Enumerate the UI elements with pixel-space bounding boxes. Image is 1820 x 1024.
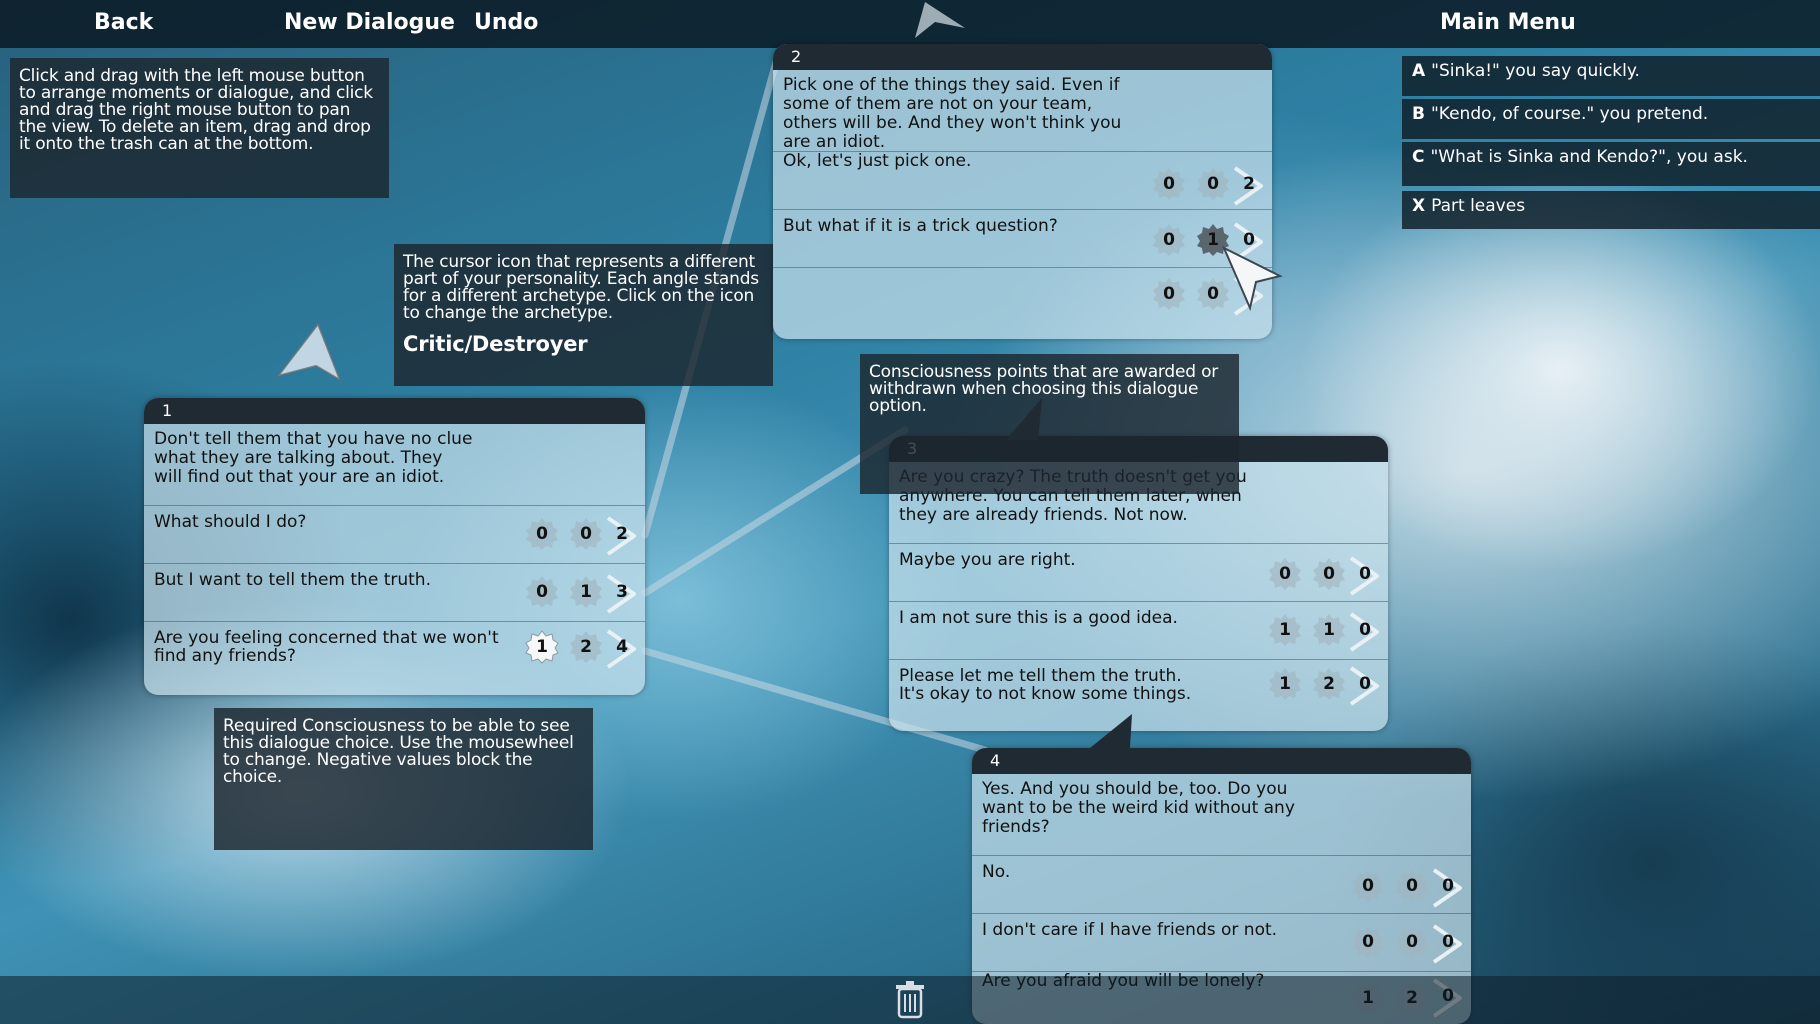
dialogue-option-row[interactable]: I am not sure this is a good idea. 1 1 0 <box>889 601 1388 659</box>
required-consciousness-gear-icon[interactable]: 0 <box>1151 276 1187 312</box>
required-consciousness-gear-icon[interactable]: 0 <box>1267 556 1303 592</box>
consciousness-points-gear-icon[interactable]: 1 <box>568 574 604 610</box>
consciousness-points-gear-icon[interactable]: 2 <box>1311 666 1347 702</box>
node-header[interactable]: 2 <box>773 44 1272 70</box>
consciousness-points-gear-icon[interactable]: 0 <box>1195 166 1231 202</box>
dialogue-option-row[interactable]: What should I do? 0 0 2 <box>144 505 645 563</box>
option-key: B <box>1412 104 1425 124</box>
required-consciousness-text: Required Consciousness to be able to see… <box>223 716 574 787</box>
archetype-tooltip-text: The cursor icon that represents a differ… <box>403 252 759 323</box>
link-arrow-icon[interactable]: 0 <box>1347 666 1383 702</box>
instructions-text: Click and drag with the left mouse butto… <box>19 66 373 154</box>
option-label: "What is Sinka and Kendo?", you ask. <box>1430 147 1748 167</box>
archetype-marker-top-icon <box>915 2 965 38</box>
undo-button[interactable]: Undo <box>474 10 538 35</box>
option-label: Part leaves <box>1431 196 1526 216</box>
menu-option-a[interactable]: A "Sinka!" you say quickly. <box>1402 56 1820 96</box>
consciousness-points-gear-icon[interactable]: 2 <box>568 629 604 665</box>
link-arrow-icon[interactable]: 0 <box>1430 924 1466 960</box>
node-prompt[interactable]: Pick one of the things they said. Even i… <box>773 70 1133 152</box>
option-text[interactable]: Please let me tell them the truth. It's … <box>899 667 1191 703</box>
consciousness-points-gear-icon[interactable]: 0 <box>568 516 604 552</box>
option-key: C <box>1412 147 1425 167</box>
dialogue-option-row[interactable]: I don't care if I have friends or not. 0… <box>972 913 1471 971</box>
dialogue-option-row[interactable]: Maybe you are right. 0 0 0 <box>889 543 1388 601</box>
option-label: "Kendo, of course." you pretend. <box>1430 104 1709 124</box>
dialogue-option-row[interactable]: No. 0 0 0 <box>972 855 1471 913</box>
main-menu-button[interactable]: Main Menu <box>1440 10 1576 35</box>
consciousness-points-gear-icon[interactable]: 0 <box>1394 924 1430 960</box>
consciousness-points-gear-icon[interactable]: 1 <box>1311 612 1347 648</box>
menu-option-b[interactable]: B "Kendo, of course." you pretend. <box>1402 99 1820 139</box>
node-prompt[interactable]: Don't tell them that you have no clue wh… <box>144 424 484 505</box>
node-id: 2 <box>791 47 802 66</box>
node-prompt[interactable]: Yes. And you should be, too. Do you want… <box>972 774 1312 855</box>
node-id: 4 <box>990 751 1001 770</box>
required-consciousness-gear-icon[interactable]: 1 <box>1267 666 1303 702</box>
required-consciousness-gear-icon[interactable]: 0 <box>1151 222 1187 258</box>
option-key: X <box>1412 196 1426 216</box>
option-key: A <box>1412 61 1426 81</box>
option-text[interactable]: Are you feeling concerned that we won't … <box>154 629 514 665</box>
instructions-tooltip: Click and drag with the left mouse butto… <box>10 58 389 198</box>
required-consciousness-gear-icon[interactable]: 0 <box>1350 924 1386 960</box>
required-consciousness-tooltip: Required Consciousness to be able to see… <box>214 708 593 850</box>
required-consciousness-gear-icon[interactable]: 0 <box>524 574 560 610</box>
dialogue-node-1[interactable]: 1 Don't tell them that you have no clue … <box>144 398 645 695</box>
required-consciousness-gear-icon[interactable]: 0 <box>1151 166 1187 202</box>
link-arrow-icon[interactable]: 2 <box>604 516 640 552</box>
link-arrow-icon[interactable]: 4 <box>604 629 640 665</box>
option-text[interactable]: I don't care if I have friends or not. <box>982 921 1277 939</box>
menu-option-x[interactable]: X Part leaves <box>1402 191 1820 229</box>
trash-can-icon[interactable] <box>892 980 928 1020</box>
archetype-marker-icon <box>275 321 342 383</box>
dialogue-option-row[interactable]: But what if it is a trick question? 0 1 … <box>773 209 1272 267</box>
option-text[interactable]: Maybe you are right. <box>899 551 1076 569</box>
dialogue-option-row[interactable]: Ok, let's just pick one. 0 0 2 <box>773 151 1272 209</box>
required-consciousness-gear-icon[interactable]: 1 <box>524 629 560 665</box>
dialogue-node-2[interactable]: 2 Pick one of the things they said. Even… <box>773 44 1272 339</box>
archetype-cursor-icon[interactable] <box>1220 244 1284 312</box>
required-consciousness-gear-icon[interactable]: 0 <box>1350 868 1386 904</box>
dialogue-option-row[interactable]: Are you feeling concerned that we won't … <box>144 621 645 691</box>
back-button[interactable]: Back <box>94 10 153 35</box>
archetype-name: Critic/Destroyer <box>403 332 588 356</box>
required-consciousness-gear-icon[interactable]: 0 <box>524 516 560 552</box>
new-dialogue-button[interactable]: New Dialogue <box>284 10 455 35</box>
node-4-pointer-icon <box>1090 714 1132 748</box>
consciousness-points-gear-icon[interactable]: 0 <box>1394 868 1430 904</box>
option-text[interactable]: Ok, let's just pick one. <box>783 152 971 170</box>
archetype-tooltip: The cursor icon that represents a differ… <box>394 244 773 386</box>
node-header[interactable]: 1 <box>144 398 645 424</box>
dialogue-option-row[interactable]: 0 0 <box>773 267 1272 337</box>
menu-option-c[interactable]: C "What is Sinka and Kendo?", you ask. <box>1402 142 1820 186</box>
option-text[interactable]: What should I do? <box>154 513 306 531</box>
option-label: "Sinka!" you say quickly. <box>1431 61 1640 81</box>
link-arrow-icon[interactable]: 0 <box>1430 868 1466 904</box>
consciousness-points-gear-icon[interactable]: 0 <box>1311 556 1347 592</box>
option-text[interactable]: But what if it is a trick question? <box>783 217 1058 235</box>
node-3-pointer-icon <box>1006 398 1042 440</box>
required-consciousness-gear-icon[interactable]: 1 <box>1267 612 1303 648</box>
option-text[interactable]: I am not sure this is a good idea. <box>899 609 1178 627</box>
link-arrow-icon[interactable]: 2 <box>1231 166 1267 202</box>
option-text[interactable]: No. <box>982 863 1010 881</box>
option-text[interactable]: But I want to tell them the truth. <box>154 571 431 589</box>
node-header[interactable]: 4 <box>972 748 1471 774</box>
node-id: 1 <box>162 401 173 420</box>
link-arrow-icon[interactable]: 0 <box>1347 612 1383 648</box>
dialogue-option-row[interactable]: But I want to tell them the truth. 0 1 3 <box>144 563 645 621</box>
link-arrow-icon[interactable]: 0 <box>1347 556 1383 592</box>
link-arrow-icon[interactable]: 3 <box>604 574 640 610</box>
